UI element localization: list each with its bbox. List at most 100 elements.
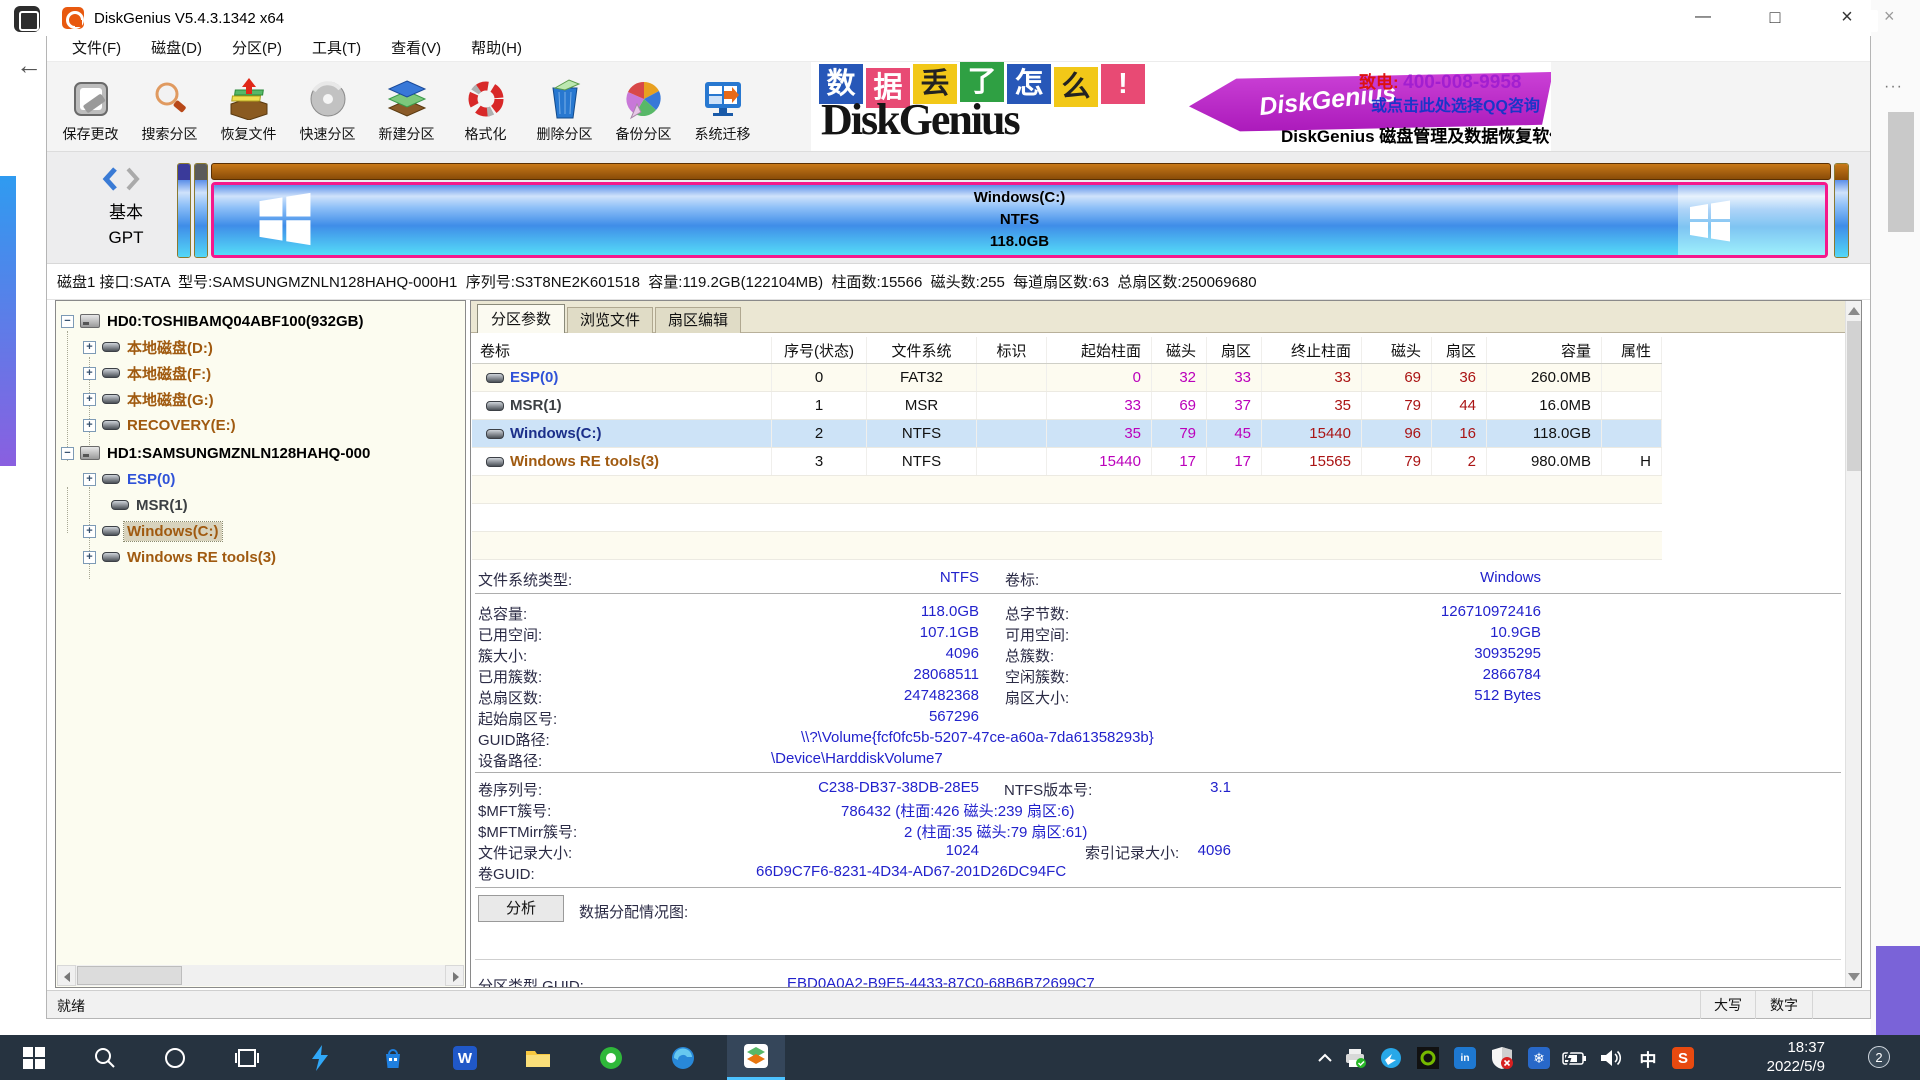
allocation-map-label: 数据分配情况图: [579, 901, 688, 922]
taskbar-search-icon[interactable] [90, 1043, 120, 1073]
table-row-msr[interactable]: MSR(1) 1 MSR 33 69 37 35 79 44 16.0MB [472, 392, 1662, 420]
search-partition-button[interactable]: 搜索分区 [130, 66, 209, 148]
partition-bar-size: 118.0GB [214, 231, 1825, 253]
tree-horizontal-scrollbar[interactable] [57, 965, 464, 986]
tree-item-esp[interactable]: ESP(0) [83, 467, 175, 491]
disk-map: 基本 GPT Windows(C:) NTFS 118.0GB [47, 152, 1870, 264]
scrollbar-thumb[interactable] [1847, 321, 1861, 471]
tray-volume-icon[interactable] [1596, 1043, 1626, 1073]
start-button[interactable] [19, 1043, 49, 1073]
partition-bar-esp[interactable] [177, 163, 191, 258]
microsoft-store-icon[interactable] [378, 1043, 408, 1073]
new-partition-button[interactable]: 新建分区 [367, 66, 446, 148]
save-changes-button[interactable]: 保存更改 [51, 66, 130, 148]
ad-banner[interactable]: 数 据 丢 了 怎 么 ! DiskGenius DiskGenius 致电: … [811, 62, 1551, 151]
table-row-empty [472, 476, 1662, 504]
expand-icon[interactable] [83, 367, 96, 380]
delete-partition-button[interactable]: 删除分区 [525, 66, 604, 148]
expand-icon[interactable] [83, 525, 96, 538]
tray-battery-icon[interactable] [1560, 1043, 1590, 1073]
tree-item-windows-re[interactable]: Windows RE tools(3) [83, 545, 276, 569]
minimize-button[interactable] [1680, 0, 1726, 34]
browser-360-icon[interactable] [596, 1043, 626, 1073]
tree-item-local-d[interactable]: 本地磁盘(D:) [83, 335, 213, 359]
partition-bar-windows-c[interactable]: Windows(C:) NTFS 118.0GB [211, 182, 1828, 258]
tab-browse-files[interactable]: 浏览文件 [567, 307, 653, 333]
recover-files-button[interactable]: 恢复文件 [209, 66, 288, 148]
partition-bar-msr[interactable] [194, 163, 208, 258]
tree-item-local-g[interactable]: 本地磁盘(G:) [83, 387, 214, 411]
tree-item-hd0[interactable]: HD0:TOSHIBAMQ04ABF100(932GB) [61, 309, 363, 333]
taskbar-clock[interactable]: 18:37 2022/5/9 [1730, 1038, 1825, 1076]
screen: DiskGenius V5.4.3.1342 x64 文件(F) 磁盘(D) 分… [0, 0, 1920, 1080]
table-row-esp[interactable]: ESP(0) 0 FAT32 0 32 33 33 69 36 260.0MB [472, 364, 1662, 392]
next-disk-icon[interactable] [123, 166, 141, 197]
backup-partition-button[interactable]: 备份分区 [604, 66, 683, 148]
tray-ime-indicator[interactable]: 中 [1633, 1043, 1663, 1073]
diskgenius-taskbar-icon[interactable] [727, 1035, 785, 1080]
partition-icon [486, 401, 504, 411]
format-button[interactable]: 格式化 [446, 66, 525, 148]
menu-disk[interactable]: 磁盘(D) [136, 36, 217, 62]
back-arrow-icon[interactable] [16, 50, 42, 81]
analyze-button[interactable]: 分析 [478, 895, 564, 922]
table-row-windows-c-selected[interactable]: Windows(C:) 2 NTFS 35 79 45 15440 96 16 … [472, 420, 1662, 448]
tray-sogou-icon[interactable]: S [1668, 1043, 1698, 1073]
panel-vertical-scrollbar[interactable] [1845, 301, 1861, 987]
tray-defender-icon[interactable] [1487, 1043, 1517, 1073]
tray-snowflake-icon[interactable]: ❄ [1524, 1043, 1554, 1073]
search-icon [147, 77, 193, 121]
scroll-up-icon[interactable] [1848, 307, 1860, 315]
collapse-icon[interactable] [61, 447, 74, 460]
file-explorer-icon[interactable] [523, 1043, 553, 1073]
expand-icon[interactable] [83, 473, 96, 486]
scroll-right-icon[interactable] [445, 965, 464, 986]
tree-item-local-f[interactable]: 本地磁盘(F:) [83, 361, 211, 385]
edge-icon[interactable] [668, 1043, 698, 1073]
collapse-icon[interactable] [61, 315, 74, 328]
disk-icon [80, 446, 100, 460]
tab-partition-params[interactable]: 分区参数 [477, 304, 565, 333]
prev-disk-icon[interactable] [101, 166, 119, 197]
menu-tools[interactable]: 工具(T) [297, 36, 376, 62]
ad-phone-line: 致电: 400-008-9958 [1359, 68, 1521, 94]
tray-nvidia-icon[interactable] [1413, 1043, 1443, 1073]
tab-sector-edit[interactable]: 扇区编辑 [655, 307, 741, 333]
pie-icon [621, 77, 667, 121]
quick-partition-button[interactable]: 快速分区 [288, 66, 367, 148]
tree-item-windows-c[interactable]: Windows(C:) [83, 519, 222, 543]
background-more-icon[interactable] [1884, 78, 1903, 96]
expand-icon[interactable] [83, 341, 96, 354]
ad-qq-link[interactable]: 或点击此处选择QQ咨询 [1371, 92, 1540, 116]
tree-item-recovery-e[interactable]: RECOVERY(E:) [83, 413, 236, 437]
expand-icon[interactable] [83, 551, 96, 564]
scroll-down-icon[interactable] [1848, 973, 1860, 981]
pinned-app-lightning-icon[interactable] [305, 1043, 335, 1073]
partition-bar-re-tools[interactable] [1834, 163, 1849, 258]
table-row-windows-re[interactable]: Windows RE tools(3) 3 NTFS 15440 17 17 1… [472, 448, 1662, 476]
expand-icon[interactable] [83, 419, 96, 432]
background-close-icon[interactable] [1884, 6, 1895, 27]
menu-file[interactable]: 文件(F) [57, 36, 136, 62]
cortana-icon[interactable] [160, 1043, 190, 1073]
menu-partition[interactable]: 分区(P) [217, 36, 297, 62]
scrollbar-thumb[interactable] [77, 966, 182, 985]
word-icon[interactable]: W [450, 1043, 480, 1073]
background-scrollbar-thumb[interactable] [1888, 112, 1914, 232]
tray-intel-graphics-icon[interactable]: in [1450, 1043, 1480, 1073]
expand-icon[interactable] [83, 393, 96, 406]
table-row-empty [472, 532, 1662, 560]
menu-help[interactable]: 帮助(H) [456, 36, 537, 62]
system-migration-button[interactable]: 系统迁移 [683, 66, 762, 148]
task-view-icon[interactable] [232, 1043, 262, 1073]
tree-item-msr[interactable]: MSR(1) [105, 493, 188, 517]
partition-icon [102, 552, 120, 562]
menu-view[interactable]: 查看(V) [376, 36, 456, 62]
tray-chevron-icon[interactable] [1310, 1043, 1340, 1073]
tray-messenger-icon[interactable] [1376, 1043, 1406, 1073]
maximize-button[interactable] [1752, 0, 1798, 34]
tray-printer-icon[interactable] [1340, 1043, 1370, 1073]
tree-item-hd1[interactable]: HD1:SAMSUNGMZNLN128HAHQ-000 [61, 441, 370, 465]
notification-center-icon[interactable] [1852, 10, 1878, 32]
scroll-left-icon[interactable] [57, 965, 76, 986]
